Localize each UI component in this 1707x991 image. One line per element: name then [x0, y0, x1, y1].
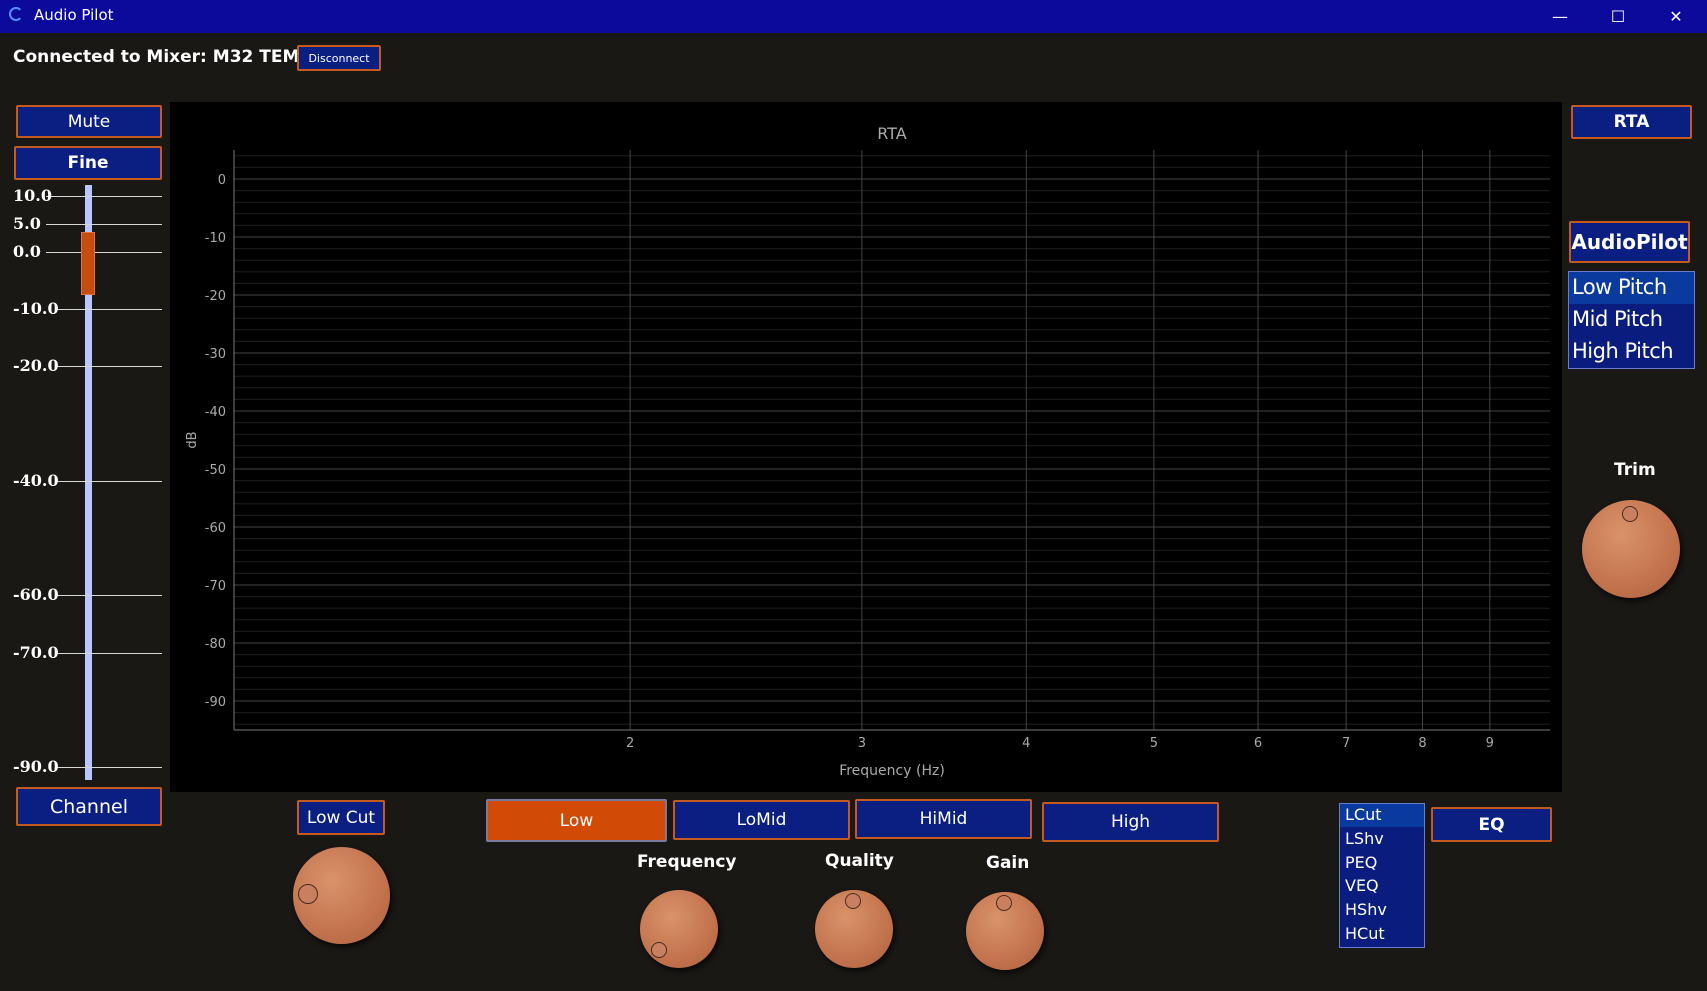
- band-lomid-button[interactable]: LoMid: [673, 800, 850, 840]
- band-high-button[interactable]: High: [1042, 802, 1219, 842]
- eq-button[interactable]: EQ: [1431, 807, 1552, 842]
- y-tick-label: 0: [218, 173, 226, 188]
- fader-scale-label: 10.0: [13, 186, 52, 205]
- y-tick-label: -40: [205, 405, 226, 420]
- filter-option-veq[interactable]: VEQ: [1345, 876, 1379, 895]
- fader-scale-label: 5.0: [13, 214, 41, 233]
- filter-option-hshv[interactable]: HShv: [1345, 900, 1387, 919]
- fader-tick-line: [46, 224, 162, 225]
- rta-button[interactable]: RTA: [1571, 105, 1692, 139]
- filter-type-list[interactable]: LCut LShv PEQ VEQ HShv HCut: [1339, 803, 1425, 948]
- fader-tick-line: [46, 196, 162, 197]
- fader-scale-label: -60.0: [13, 585, 59, 604]
- fader-tick-line: [56, 366, 162, 367]
- gain-knob-indicator: [996, 895, 1012, 911]
- fader-scale-label: 0.0: [13, 242, 41, 261]
- mute-button[interactable]: Mute: [16, 105, 162, 138]
- y-tick-label: -80: [205, 637, 226, 652]
- x-tick-label: 4: [1022, 736, 1030, 751]
- fader-scale-label: -20.0: [13, 356, 59, 375]
- y-tick-label: -50: [205, 463, 226, 478]
- band-low-button[interactable]: Low: [486, 799, 667, 842]
- channel-button[interactable]: Channel: [16, 787, 162, 826]
- fader-scale-label: -70.0: [13, 643, 59, 662]
- x-tick-label: 2: [626, 736, 634, 751]
- frequency-knob-indicator: [651, 942, 667, 958]
- x-tick-label: 8: [1418, 736, 1426, 751]
- quality-label: Quality: [825, 851, 894, 871]
- maximize-button[interactable]: ☐: [1589, 0, 1647, 33]
- fader-tick-line: [56, 595, 162, 596]
- chart-title: RTA: [877, 124, 906, 143]
- fader-tick-line: [46, 252, 162, 253]
- fader-tick-line: [56, 309, 162, 310]
- fader-handle[interactable]: [81, 232, 95, 295]
- trim-label: Trim: [1614, 460, 1656, 480]
- filter-option-lshv[interactable]: LShv: [1345, 829, 1384, 848]
- filter-option-peq[interactable]: PEQ: [1345, 853, 1377, 872]
- low-cut-button[interactable]: Low Cut: [297, 800, 385, 835]
- y-axis-label: dB: [185, 431, 200, 448]
- pitch-option-high[interactable]: High Pitch: [1572, 339, 1674, 363]
- window-title: Audio Pilot: [34, 6, 114, 24]
- fader-scale-label: -90.0: [13, 757, 59, 776]
- band-himid-button[interactable]: HiMid: [855, 799, 1032, 839]
- filter-option-lcut[interactable]: LCut: [1345, 805, 1382, 824]
- low-cut-knob[interactable]: [293, 847, 390, 944]
- title-bar: [0, 0, 1707, 33]
- minimize-button[interactable]: —: [1531, 0, 1589, 33]
- y-tick-label: -20: [205, 289, 226, 304]
- gain-knob[interactable]: [966, 892, 1044, 970]
- quality-knob-indicator: [845, 893, 861, 909]
- connection-status: Connected to Mixer: M32 TEMPLO: [13, 47, 337, 67]
- disconnect-button[interactable]: Disconnect: [297, 45, 381, 71]
- filter-option-hcut[interactable]: HCut: [1345, 924, 1385, 943]
- y-tick-label: -10: [205, 231, 226, 246]
- y-tick-label: -60: [205, 521, 226, 536]
- close-button[interactable]: ✕: [1647, 0, 1705, 33]
- fader-tick-line: [56, 767, 162, 768]
- rta-chart: 0 -10 -20 -30 -40 -50 -60 -70 -80 -90 2 3 4 5 6 7 8 9 RTA F…: [170, 102, 1562, 792]
- y-tick-label: -70: [205, 579, 226, 594]
- frequency-label: Frequency: [637, 852, 737, 872]
- pitch-option-low[interactable]: Low Pitch: [1572, 275, 1667, 299]
- x-tick-label: 5: [1150, 736, 1158, 751]
- trim-knob-indicator: [1622, 506, 1638, 522]
- gain-label: Gain: [986, 853, 1030, 873]
- low-cut-knob-indicator: [298, 884, 318, 904]
- quality-knob[interactable]: [815, 890, 893, 968]
- fader-scale-label: -10.0: [13, 299, 59, 318]
- fine-button[interactable]: Fine: [14, 146, 162, 180]
- fader-tick-line: [56, 653, 162, 654]
- x-tick-label: 3: [858, 736, 866, 751]
- frequency-knob[interactable]: [640, 890, 718, 968]
- y-tick-label: -90: [205, 695, 226, 710]
- pitch-option-mid[interactable]: Mid Pitch: [1572, 307, 1663, 331]
- y-tick-label: -30: [205, 347, 226, 362]
- fader-tick-line: [56, 481, 162, 482]
- pitch-list[interactable]: Low Pitch Mid Pitch High Pitch: [1568, 271, 1695, 369]
- x-tick-label: 6: [1254, 736, 1262, 751]
- x-axis-label: Frequency (Hz): [839, 763, 945, 779]
- audiopilot-button[interactable]: AudioPilot: [1569, 221, 1690, 263]
- x-tick-label: 9: [1486, 736, 1494, 751]
- app-icon: [9, 7, 23, 21]
- x-tick-label: 7: [1342, 736, 1350, 751]
- fader-scale-label: -40.0: [13, 471, 59, 490]
- trim-knob[interactable]: [1582, 500, 1680, 598]
